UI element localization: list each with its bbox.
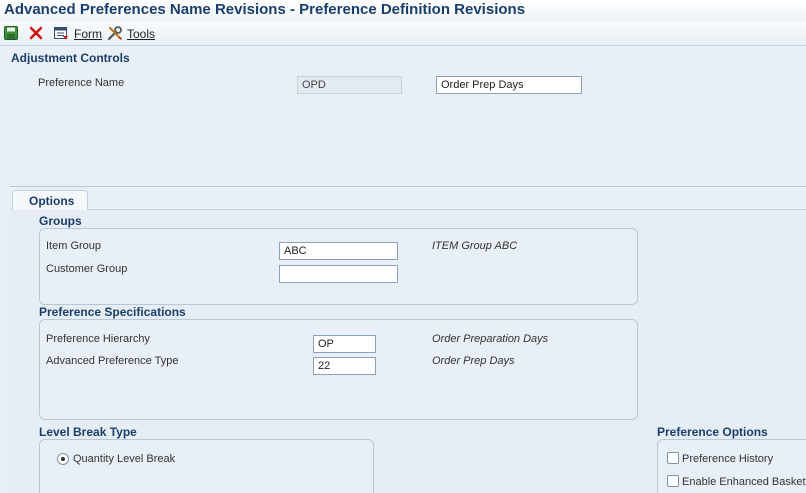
advanced-preference-type-description: Order Prep Days	[432, 355, 515, 367]
item-group-label: Item Group	[46, 240, 102, 252]
preference-name-description-field[interactable]: Order Prep Days	[436, 76, 582, 94]
form-menu-label: Form	[74, 27, 102, 41]
adjustment-controls-panel	[10, 64, 806, 186]
enable-enhanced-basket-checkbox[interactable]	[667, 475, 679, 487]
item-group-description: ITEM Group ABC	[432, 240, 518, 252]
tab-options-label: Options	[29, 194, 75, 208]
tools-icon[interactable]	[107, 25, 123, 41]
preference-hierarchy-description: Order Preparation Days	[432, 333, 549, 345]
quantity-level-break-label: Quantity Level Break	[73, 453, 176, 465]
adjustment-controls-heading: Adjustment Controls	[11, 51, 130, 65]
tools-menu[interactable]: Tools	[127, 27, 155, 41]
level-break-type-heading: Level Break Type	[39, 425, 137, 439]
preference-specifications-heading: Preference Specifications	[39, 305, 186, 319]
tab-options[interactable]: Options	[12, 190, 88, 210]
level-break-type-box	[39, 439, 374, 493]
groups-heading: Groups	[39, 214, 82, 228]
title-bar: Advanced Preferences Name Revisions - Pr…	[0, 0, 806, 22]
preference-hierarchy-label: Preference Hierarchy	[46, 333, 150, 345]
save-icon[interactable]	[3, 25, 19, 41]
tools-menu-label: Tools	[127, 27, 156, 41]
form-icon[interactable]	[53, 25, 69, 41]
preference-name-code-field: OPD	[297, 76, 402, 94]
advanced-preference-type-label: Advanced Preference Type	[46, 355, 179, 367]
advanced-preference-type-field[interactable]: 22	[313, 357, 376, 375]
radio-selected-dot	[61, 457, 65, 461]
quantity-level-break-radio[interactable]	[57, 453, 69, 465]
preference-history-label: Preference History	[682, 453, 774, 465]
preference-hierarchy-field[interactable]: OP	[313, 335, 376, 353]
window-title: Advanced Preferences Name Revisions - Pr…	[4, 1, 526, 18]
customer-group-field[interactable]	[279, 265, 398, 283]
enable-enhanced-basket-label: Enable Enhanced Basket	[682, 476, 806, 488]
item-group-field[interactable]: ABC	[279, 242, 398, 260]
form-menu[interactable]: Form	[74, 27, 102, 41]
preference-history-checkbox[interactable]	[667, 452, 679, 464]
close-icon[interactable]	[28, 25, 44, 41]
section-divider	[10, 186, 806, 187]
toolbar: Form Tools	[0, 22, 806, 46]
preference-name-label: Preference Name	[38, 77, 125, 89]
preference-options-heading: Preference Options	[657, 425, 768, 439]
customer-group-label: Customer Group	[46, 263, 128, 275]
